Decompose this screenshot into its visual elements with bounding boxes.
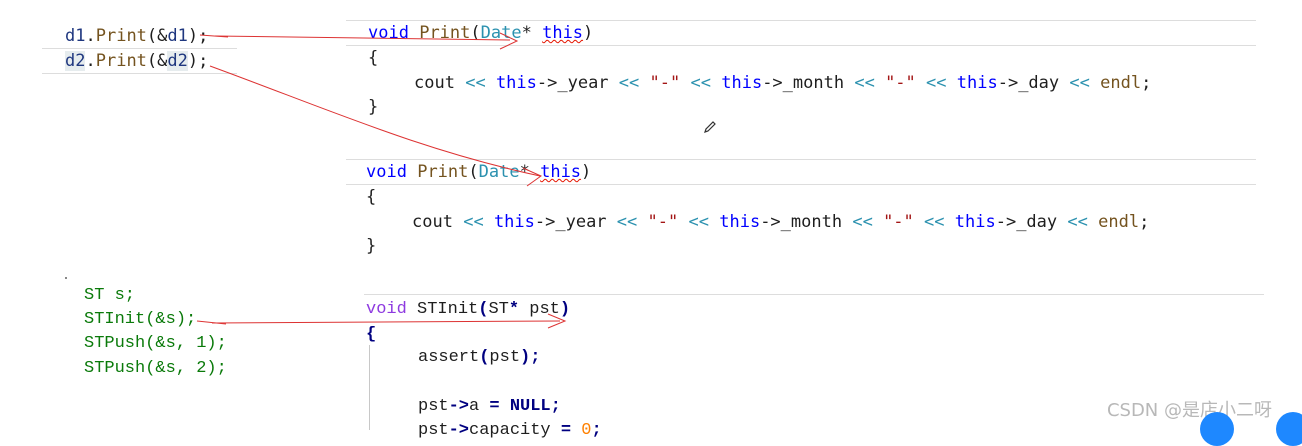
arrow-line-st xyxy=(211,320,561,324)
arrow-head-d1 xyxy=(499,32,519,50)
hand-icon[interactable] xyxy=(1200,412,1234,446)
watermark: CSDN @是店小二呀 xyxy=(1106,400,1272,421)
annotation-arrows xyxy=(196,32,567,329)
arrow-line-d2 xyxy=(209,65,541,177)
circle-icon[interactable] xyxy=(1276,412,1302,446)
arrow-head-d2 xyxy=(522,167,543,187)
arrow-line-d1 xyxy=(214,35,511,41)
